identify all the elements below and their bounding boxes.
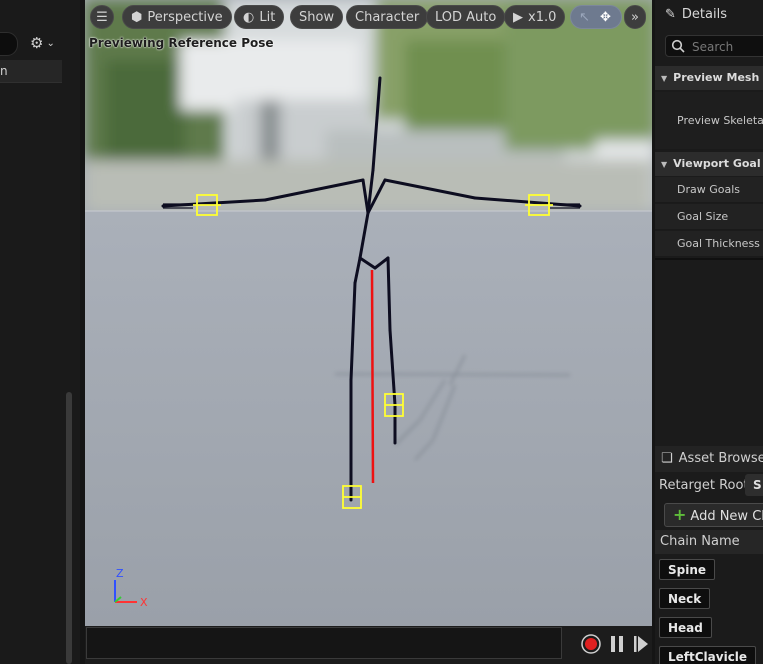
cube-icon: ⬢ bbox=[131, 10, 143, 25]
viewport-scene: Z X bbox=[85, 0, 652, 626]
chain-item-left-clavicle[interactable]: LeftClavicle bbox=[659, 646, 757, 664]
play-icon: ▶ bbox=[513, 10, 523, 25]
search-icon bbox=[671, 39, 685, 53]
selected-chain-highlight bbox=[370, 269, 375, 484]
select-mode-icon[interactable]: ↖ bbox=[579, 6, 590, 30]
lit-button[interactable]: ◐ Lit bbox=[234, 5, 285, 29]
chain-item-spine[interactable]: Spine bbox=[659, 559, 716, 580]
hamburger-icon: ☰ bbox=[96, 10, 108, 25]
lit-sphere-icon: ◐ bbox=[243, 10, 255, 25]
prop-label: Goal Size bbox=[677, 210, 729, 223]
details-panel: ✎ Details Search ▼ Preview Mesh Preview Sk… bbox=[655, 0, 763, 664]
prop-preview-skeletal[interactable]: Preview Skeletal bbox=[655, 92, 763, 150]
asset-browser-icon: ❏ bbox=[661, 451, 673, 466]
section-viewport-goal-settings[interactable]: ▼Viewport Goal Se bbox=[655, 152, 763, 195]
transform-mode-group: ↖ ✥ bbox=[570, 5, 622, 29]
viewport-menu-button[interactable]: ☰ bbox=[90, 5, 114, 29]
section-preview-mesh[interactable]: ▼ Preview Mesh bbox=[655, 66, 763, 90]
retarget-root-value: S bbox=[753, 478, 762, 492]
chain-item-neck[interactable]: Neck bbox=[659, 588, 711, 609]
details-tab[interactable]: ✎ Details bbox=[655, 0, 763, 30]
add-chain-label: Add New Cl bbox=[690, 509, 763, 524]
left-list-item-label: n bbox=[0, 64, 8, 78]
perspective-button[interactable]: ⬢ Perspective bbox=[122, 5, 232, 29]
viewport-status-text: Previewing Reference Pose bbox=[89, 36, 274, 50]
show-button[interactable]: Show bbox=[290, 5, 344, 29]
search-placeholder: Search bbox=[692, 40, 734, 54]
axis-z-label: Z bbox=[116, 567, 124, 580]
double-chevron-right-icon: » bbox=[631, 10, 639, 25]
character-button[interactable]: Character bbox=[346, 5, 429, 29]
lod-button[interactable]: LOD Auto bbox=[426, 5, 506, 29]
asset-browser-tab[interactable]: ❏ Asset Browse bbox=[655, 446, 763, 472]
column-header-label: Chain Name bbox=[660, 534, 740, 549]
step-forward-icon[interactable] bbox=[633, 635, 649, 653]
axis-x-label: X bbox=[140, 596, 148, 609]
left-list-item[interactable]: n bbox=[0, 60, 62, 83]
chain-item-label: Spine bbox=[668, 563, 707, 577]
lod-label: LOD Auto bbox=[435, 10, 497, 25]
prop-goal-thickness[interactable]: Goal Thickness bbox=[655, 231, 763, 257]
details-title: Details bbox=[681, 7, 727, 22]
character-label: Character bbox=[355, 10, 420, 25]
divider bbox=[655, 258, 763, 260]
playback-bar bbox=[85, 626, 652, 664]
plus-icon: + bbox=[673, 505, 687, 524]
viewport-toolbar: ☰ ⬢ Perspective ◐ Lit Show Character LOD A… bbox=[85, 5, 652, 31]
chain-item-label: LeftClavicle bbox=[668, 650, 748, 664]
play-speed-label: x1.0 bbox=[528, 10, 557, 25]
record-icon[interactable] bbox=[581, 634, 601, 654]
gear-icon: ⚙ bbox=[30, 34, 44, 52]
collapse-triangle-icon: ▼ bbox=[661, 74, 668, 83]
pause-icon[interactable] bbox=[609, 635, 625, 653]
chain-item-label: Head bbox=[668, 621, 703, 635]
lit-label: Lit bbox=[259, 10, 276, 25]
left-scrollbar[interactable] bbox=[66, 392, 72, 664]
floor-plane bbox=[85, 211, 652, 626]
translate-mode-icon[interactable]: ✥ bbox=[600, 6, 611, 30]
play-speed-button[interactable]: ▶ x1.0 bbox=[504, 5, 566, 29]
environment-background bbox=[85, 0, 652, 212]
perspective-label: Perspective bbox=[147, 10, 223, 25]
collapse-triangle-icon: ▼ bbox=[661, 160, 668, 169]
retarget-root-dropdown[interactable]: S bbox=[745, 474, 763, 496]
asset-browser-title: Asset Browse bbox=[678, 451, 763, 466]
prop-label: Goal Thickness bbox=[677, 237, 760, 250]
left-panel: ⚙ ⌄ n bbox=[0, 0, 80, 664]
add-new-chain-button[interactable]: + Add New Cl bbox=[664, 503, 763, 527]
prop-label: Draw Goals bbox=[677, 183, 741, 196]
viewport[interactable]: Z X ☰ ⬢ Perspective ◐ Lit Show Character L… bbox=[85, 0, 652, 626]
section-title: Preview Mesh bbox=[673, 71, 760, 84]
prop-draw-goals[interactable]: Draw Goals bbox=[655, 177, 763, 203]
toolbar-overflow-button[interactable]: » bbox=[624, 5, 646, 29]
chain-name-column-header[interactable]: Chain Name bbox=[655, 530, 763, 554]
settings-dropdown[interactable]: ⚙ ⌄ bbox=[30, 34, 70, 52]
details-pencil-icon: ✎ bbox=[665, 7, 676, 22]
chevron-down-icon: ⌄ bbox=[46, 38, 55, 49]
left-search-pill[interactable] bbox=[0, 32, 18, 56]
timeline-track[interactable] bbox=[86, 627, 562, 659]
chain-item-head[interactable]: Head bbox=[659, 617, 712, 638]
prop-goal-size[interactable]: Goal Size bbox=[655, 204, 763, 230]
chain-item-label: Neck bbox=[668, 592, 702, 606]
prop-label: Preview Skeletal bbox=[677, 114, 763, 127]
show-label: Show bbox=[299, 10, 335, 25]
